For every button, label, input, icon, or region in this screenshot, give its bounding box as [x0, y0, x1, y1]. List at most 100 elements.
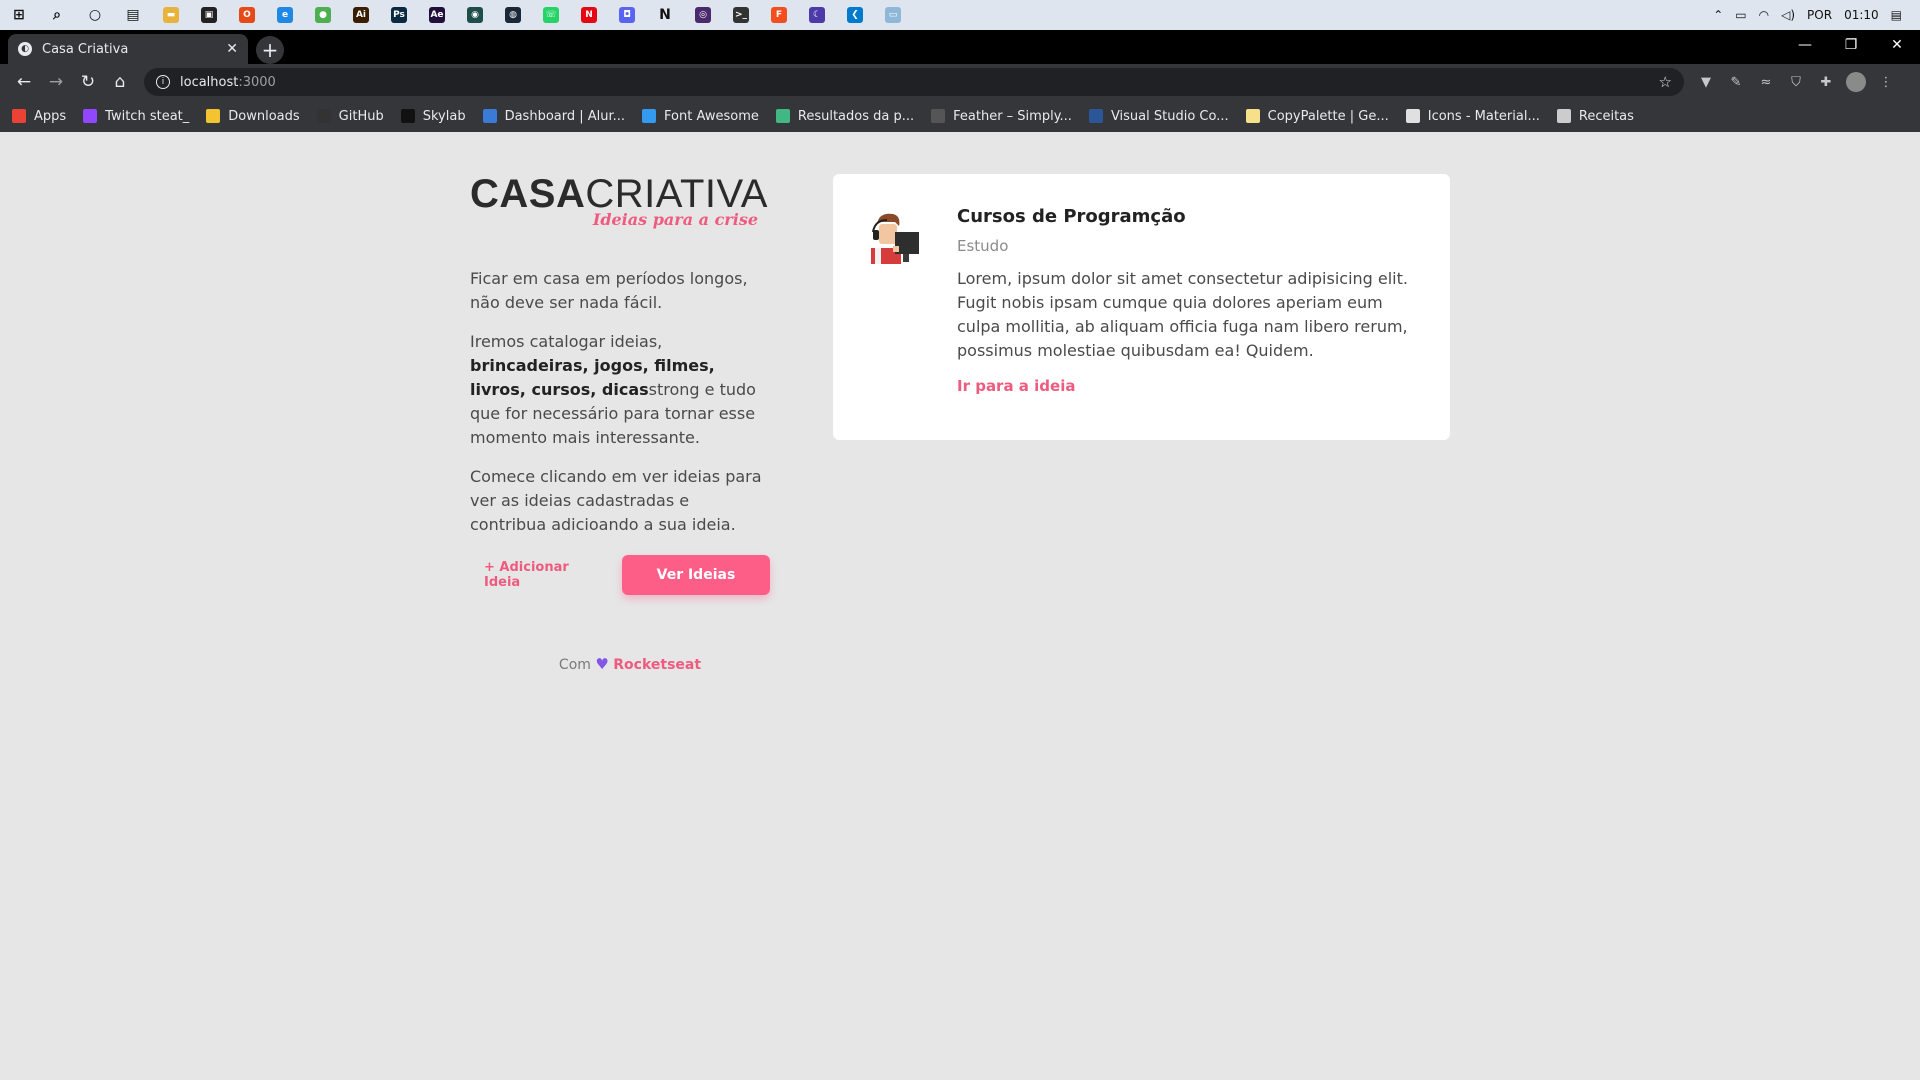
bookmark-item[interactable]: Downloads [206, 108, 300, 124]
netflix-icon[interactable]: N [570, 0, 608, 30]
profile-avatar[interactable] [1846, 72, 1866, 92]
folder-icon [206, 109, 221, 123]
extension-edit-icon[interactable]: ✎ [1726, 72, 1746, 92]
photoshop-icon[interactable]: Ps [380, 0, 418, 30]
intro-column: CASACRIATIVA Ideias para a crise Ficar e… [470, 172, 770, 673]
language-indicator[interactable]: POR [1807, 8, 1832, 22]
alura-icon [482, 109, 497, 123]
bookmark-label: Font Awesome [664, 108, 759, 124]
bookmark-label: Twitch steat_ [105, 108, 190, 124]
restore-icon[interactable]: ❐ [1828, 30, 1874, 60]
close-window-icon[interactable]: ✕ [1874, 30, 1920, 60]
volume-icon[interactable]: ◁) [1781, 8, 1795, 22]
clock[interactable]: 01:10 [1844, 8, 1879, 22]
new-tab-button[interactable]: + [256, 36, 284, 64]
forward-arrow-icon[interactable]: → [40, 66, 72, 98]
chrome-icon[interactable]: ● [304, 0, 342, 30]
bookmark-label: Icons - Material... [1427, 108, 1540, 124]
search-icon[interactable]: ⌕ [38, 0, 76, 30]
material-icon [1405, 109, 1420, 123]
vscode-icon[interactable]: ❮ [836, 0, 874, 30]
tab-casa-criativa[interactable]: ◐ Casa Criativa ✕ [8, 34, 248, 64]
bookmark-label: Dashboard | Alur... [504, 108, 626, 124]
back-arrow-icon[interactable]: ← [8, 66, 40, 98]
task-view-icon[interactable]: ▤ [114, 0, 152, 30]
heart-icon: ♥ [595, 655, 609, 673]
notes-icon[interactable]: ▭ [874, 0, 912, 30]
info-icon[interactable]: i [156, 75, 170, 89]
extensions-area: ▼ ✎ ≈ ⛉ ✚ ⋮ [1696, 72, 1896, 92]
bookmark-item[interactable]: Icons - Material... [1405, 108, 1540, 124]
feather-icon [931, 109, 946, 123]
edge-icon[interactable]: e [266, 0, 304, 30]
bookmark-item[interactable]: Feather – Simply... [931, 109, 1072, 124]
browser-toolbar: ← → ↻ ⌂ i localhost :3000 ☆ ▼ ✎ ≈ ⛉ ✚ ⋮ [0, 64, 1920, 100]
app-circle-icon[interactable]: ◉ [456, 0, 494, 30]
bookmark-item[interactable]: Skylab [400, 109, 466, 124]
rocketseat-link[interactable]: Rocketseat [613, 657, 701, 673]
programmer-illustration [871, 213, 919, 264]
obs-icon[interactable]: ◎ [684, 0, 722, 30]
windows-start-icon[interactable]: ⊞ [0, 0, 38, 30]
twitch-icon [83, 109, 98, 123]
apps-grid-icon [12, 109, 26, 123]
app-moon-icon[interactable]: ☾ [798, 0, 836, 30]
bookmark-item[interactable]: CopyPalette | Ge... [1245, 108, 1389, 124]
battery-icon[interactable]: ▭ [1735, 8, 1746, 22]
extensions-puzzle-icon[interactable]: ✚ [1816, 72, 1836, 92]
cortana-icon[interactable]: ○ [76, 0, 114, 30]
bookmark-item[interactable]: GitHub [316, 109, 384, 124]
discord-icon[interactable]: ◘ [608, 0, 646, 30]
card-description: Lorem, ipsum dolor sit amet consectetur … [957, 269, 1408, 360]
window-controls: — ❐ ✕ [1782, 30, 1920, 60]
home-icon[interactable]: ⌂ [104, 66, 136, 98]
address-bar[interactable]: i localhost :3000 ☆ [144, 68, 1684, 96]
tab-strip: ◐ Casa Criativa ✕ + — ❐ ✕ [0, 30, 1920, 64]
skylab-icon [400, 109, 415, 123]
chrome-favicon-icon: ◐ [18, 42, 32, 56]
intro-paragraph-2: Iremos catalogar ideias, brincadeiras, j… [470, 330, 770, 450]
chevron-up-icon[interactable]: ⌃ [1713, 8, 1723, 22]
intro-p2-pre: Iremos catalogar ideias, [470, 332, 663, 351]
add-idea-link[interactable]: + Adicionar Ideia [484, 560, 608, 590]
file-explorer-icon[interactable]: ▬ [152, 0, 190, 30]
reload-icon[interactable]: ↻ [72, 66, 104, 98]
bookmark-item[interactable]: Font Awesome [642, 109, 759, 124]
bookmark-item[interactable]: Visual Studio Co... [1088, 109, 1229, 124]
close-tab-icon[interactable]: ✕ [226, 41, 238, 57]
extension-wave-icon[interactable]: ≈ [1756, 72, 1776, 92]
notifications-icon[interactable]: ▤ [1891, 8, 1902, 22]
terminal-icon[interactable]: >_ [722, 0, 760, 30]
after-effects-icon[interactable]: Ae [418, 0, 456, 30]
whatsapp-icon[interactable]: ☏ [532, 0, 570, 30]
illustrator-icon[interactable]: Ai [342, 0, 380, 30]
bookmark-item[interactable]: Receitas [1556, 109, 1634, 124]
store-icon[interactable]: ▣ [190, 0, 228, 30]
card-category: Estudo [957, 237, 1009, 255]
wifi-icon[interactable]: ◠ [1759, 8, 1769, 22]
taskbar-apps: ⊞ ⌕ ○ ▤ ▬ ▣ Oe ● Ai Ps Ae ◉ ◍ ☏ N ◘ N ◎ >_ F ☾ ❮ ▭ [0, 0, 912, 30]
notion-icon[interactable]: N [646, 0, 684, 30]
office-icon[interactable]: O [228, 0, 266, 30]
view-ideas-button[interactable]: Ver Ideias [621, 555, 770, 595]
chrome-icon [1556, 109, 1571, 123]
extension-shield-icon[interactable]: ⛉ [1786, 72, 1806, 92]
bookmark-item[interactable]: Dashboard | Alur... [482, 108, 626, 124]
bookmark-label: Resultados da p... [797, 108, 915, 124]
bookmark-item[interactable]: Resultados da p... [775, 108, 915, 124]
bookmark-star-icon[interactable]: ☆ [1659, 73, 1672, 91]
minimize-icon[interactable]: — [1782, 30, 1828, 60]
logo-tagline: Ideias para a crise [592, 210, 758, 229]
vue-devtools-icon[interactable]: ▼ [1696, 72, 1716, 92]
bookmark-label: CopyPalette | Ge... [1267, 108, 1389, 124]
system-tray: ⌃ ▭ ◠ ◁) POR 01:10 ▤ [1713, 8, 1920, 22]
intro-text: Ficar em casa em períodos longos, não de… [470, 267, 770, 537]
url-host: localhost [180, 74, 239, 90]
figma-icon[interactable]: F [760, 0, 798, 30]
steam-icon[interactable]: ◍ [494, 0, 532, 30]
bookmark-item[interactable]: Twitch steat_ [83, 109, 189, 124]
bookmark-item[interactable]: Apps [12, 109, 66, 124]
go-to-idea-link[interactable]: Ir para a ideia [957, 377, 1075, 395]
bookmark-label: Downloads [228, 108, 300, 124]
menu-dots-icon[interactable]: ⋮ [1876, 72, 1896, 92]
